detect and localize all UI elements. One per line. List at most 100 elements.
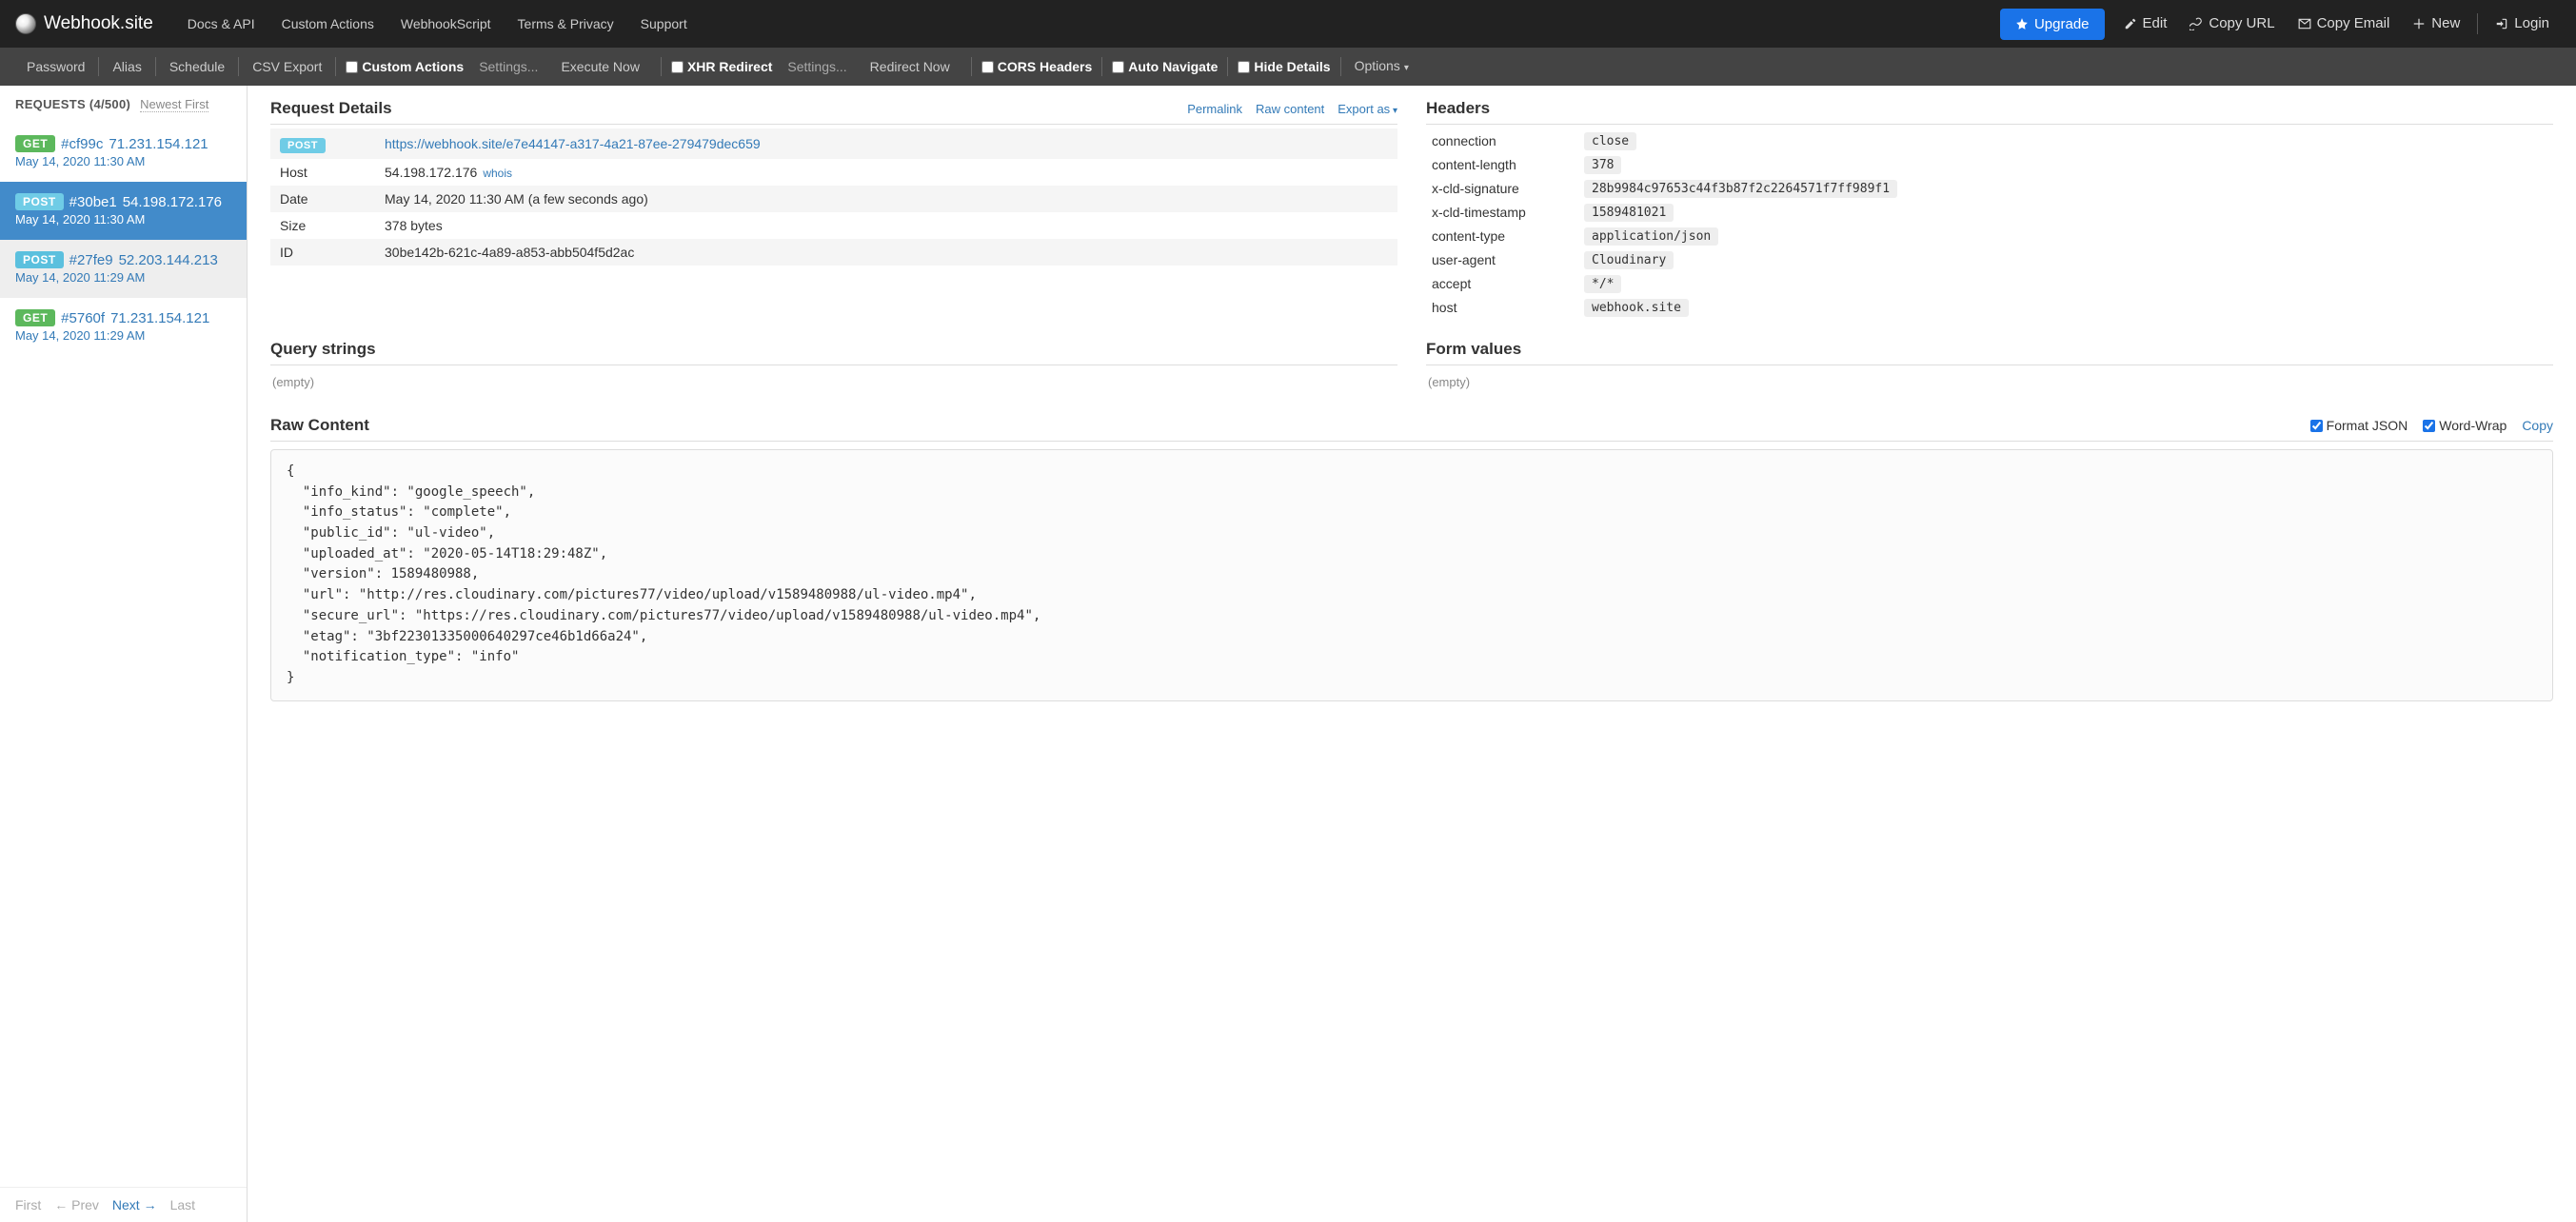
xhr-redirect-now[interactable]: Redirect Now xyxy=(859,48,961,86)
xhr-checkbox[interactable] xyxy=(671,61,684,73)
xhr-settings[interactable]: Settings... xyxy=(776,48,858,86)
header-value: 1589481021 xyxy=(1584,204,1674,222)
format-json-toggle[interactable]: Format JSON xyxy=(2310,418,2408,433)
request-details-title: Request Details xyxy=(270,99,392,118)
query-strings-title: Query strings xyxy=(270,340,376,359)
brand[interactable]: Webhook.site xyxy=(15,13,153,34)
logo-icon xyxy=(15,13,36,34)
subnav-password[interactable]: Password xyxy=(15,48,96,86)
header-key: accept xyxy=(1426,271,1578,295)
copy-raw-link[interactable]: Copy xyxy=(2522,418,2553,433)
copy-email-button[interactable]: Copy Email xyxy=(2287,0,2402,48)
nav-webhookscript[interactable]: WebhookScript xyxy=(387,0,505,48)
divider xyxy=(2477,13,2478,34)
word-wrap-toggle[interactable]: Word-Wrap xyxy=(2423,418,2507,433)
pager: First ← Prev Next → Last xyxy=(0,1187,247,1222)
nav-support[interactable]: Support xyxy=(627,0,701,48)
size-value: 378 bytes xyxy=(375,212,1397,239)
header-value: 378 xyxy=(1584,156,1621,174)
sidebar: REQUESTS (4/500) Newest First GET#cf99c … xyxy=(0,86,248,1222)
hide-details-checkbox[interactable] xyxy=(1238,61,1250,73)
autonav-checkbox[interactable] xyxy=(1112,61,1124,73)
request-item[interactable]: GET#cf99c 71.231.154.121May 14, 2020 11:… xyxy=(0,124,247,182)
cors-toggle[interactable]: CORS Headers xyxy=(974,59,1100,74)
header-value: webhook.site xyxy=(1584,299,1689,317)
request-item[interactable]: POST #30be1 54.198.172.176 May 14, 2020 11… xyxy=(0,182,247,240)
request-hash: #27fe9 xyxy=(69,252,113,268)
subnav-schedule[interactable]: Schedule xyxy=(158,48,236,86)
header-key: connection xyxy=(1426,128,1578,152)
pager-next[interactable]: Next → xyxy=(112,1197,157,1212)
request-date: May 14, 2020 11:30 AM xyxy=(15,212,231,227)
pencil-icon xyxy=(2124,17,2137,30)
host-value: 54.198.172.176 xyxy=(385,165,477,180)
subnav-xhr-group: XHR Redirect Settings... Redirect Now xyxy=(664,48,969,86)
custom-actions-settings[interactable]: Settings... xyxy=(467,48,549,86)
method-badge: GET xyxy=(15,309,55,326)
options-dropdown[interactable]: Options xyxy=(1343,47,1420,88)
id-value: 30be142b-621c-4a89-a853-abb504f5d2ac xyxy=(375,239,1397,266)
header-key: content-type xyxy=(1426,224,1578,247)
star-icon xyxy=(2015,17,2029,30)
envelope-icon xyxy=(2298,17,2311,30)
subnav-csv-export[interactable]: CSV Export xyxy=(241,48,333,86)
date-label: Date xyxy=(270,186,375,212)
request-url[interactable]: https://webhook.site/e7e44147-a317-4a21-… xyxy=(385,136,761,151)
request-ip: 54.198.172.176 xyxy=(123,194,222,210)
request-date: May 14, 2020 11:29 AM xyxy=(15,328,231,343)
header-value: Cloudinary xyxy=(1584,251,1674,269)
header-key: host xyxy=(1426,295,1578,319)
raw-content-body: { "info_kind": "google_speech", "info_st… xyxy=(270,449,2553,701)
request-ip: 71.231.154.121 xyxy=(110,310,209,326)
request-item[interactable]: POST#27fe9 52.203.144.213May 14, 2020 11… xyxy=(0,240,247,298)
format-json-checkbox[interactable] xyxy=(2310,420,2323,432)
sub-nav: Password Alias Schedule CSV Export Custo… xyxy=(0,48,2576,86)
request-ip: 71.231.154.121 xyxy=(109,136,208,152)
header-key: x-cld-timestamp xyxy=(1426,200,1578,224)
date-value: May 14, 2020 11:30 AM (a few seconds ago… xyxy=(375,186,1397,212)
edit-button[interactable]: Edit xyxy=(2112,0,2179,48)
new-button[interactable]: New xyxy=(2401,0,2471,48)
form-values-title: Form values xyxy=(1426,340,1521,359)
custom-actions-checkbox[interactable] xyxy=(346,61,358,73)
request-date: May 14, 2020 11:30 AM xyxy=(15,154,231,168)
request-hash: #30be1 xyxy=(69,194,117,210)
pager-last[interactable]: Last xyxy=(170,1197,195,1212)
nav-terms[interactable]: Terms & Privacy xyxy=(505,0,627,48)
login-icon xyxy=(2495,17,2508,30)
cors-checkbox[interactable] xyxy=(981,61,994,73)
nav-custom-actions[interactable]: Custom Actions xyxy=(268,0,387,48)
permalink-link[interactable]: Permalink xyxy=(1187,102,1242,116)
xhr-label: XHR Redirect xyxy=(687,59,772,74)
headers-title: Headers xyxy=(1426,99,1490,118)
pager-prev[interactable]: ← Prev xyxy=(54,1197,99,1212)
raw-content-link[interactable]: Raw content xyxy=(1256,102,1324,116)
sidebar-header: REQUESTS (4/500) Newest First xyxy=(0,86,247,124)
request-date: May 14, 2020 11:29 AM xyxy=(15,270,231,285)
word-wrap-checkbox[interactable] xyxy=(2423,420,2435,432)
header-value: */* xyxy=(1584,275,1621,293)
sort-toggle[interactable]: Newest First xyxy=(140,97,208,112)
header-key: x-cld-signature xyxy=(1426,176,1578,200)
method-badge: GET xyxy=(15,135,55,152)
export-as-dropdown[interactable]: Export as xyxy=(1338,102,1397,116)
id-label: ID xyxy=(270,239,375,266)
request-list: GET#cf99c 71.231.154.121May 14, 2020 11:… xyxy=(0,124,247,1187)
whois-link[interactable]: whois xyxy=(483,167,512,180)
login-button[interactable]: Login xyxy=(2484,0,2561,48)
content: Request Details Permalink Raw content Ex… xyxy=(248,86,2576,1222)
link-icon xyxy=(2190,17,2203,30)
size-label: Size xyxy=(270,212,375,239)
form-values-empty: (empty) xyxy=(1426,369,2553,395)
custom-actions-execute[interactable]: Execute Now xyxy=(549,48,650,86)
nav-docs[interactable]: Docs & API xyxy=(174,0,268,48)
copy-url-button[interactable]: Copy URL xyxy=(2178,0,2286,48)
hide-details-toggle[interactable]: Hide Details xyxy=(1230,59,1338,74)
pager-first[interactable]: First xyxy=(15,1197,41,1212)
top-nav: Webhook.site Docs & API Custom Actions W… xyxy=(0,0,2576,48)
method-badge: POST xyxy=(15,193,64,210)
subnav-alias[interactable]: Alias xyxy=(101,48,152,86)
upgrade-button[interactable]: Upgrade xyxy=(2000,9,2105,40)
autonav-toggle[interactable]: Auto Navigate xyxy=(1104,59,1225,74)
request-item[interactable]: GET#5760f 71.231.154.121May 14, 2020 11:… xyxy=(0,298,247,356)
